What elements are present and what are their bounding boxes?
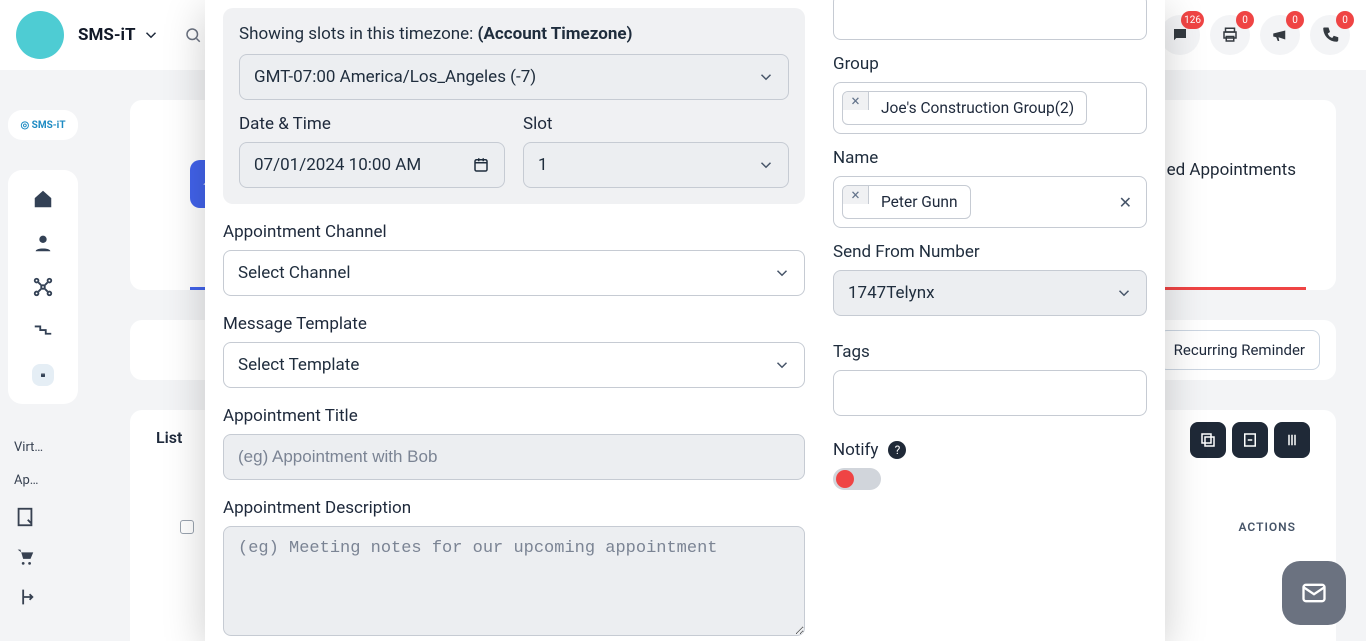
chip-remove-icon[interactable]: × xyxy=(843,92,869,110)
name-chip-text: Peter Gunn xyxy=(869,186,970,218)
rail-text-items: Virt… Ap… xyxy=(14,440,43,608)
recurring-reminder-button[interactable]: Recurring Reminder xyxy=(1159,330,1320,370)
top-clipped-pillbox[interactable] xyxy=(833,0,1147,40)
network-icon[interactable] xyxy=(32,276,54,298)
sendfrom-select[interactable]: 1747Telynx xyxy=(833,270,1147,316)
printer-icon xyxy=(1221,26,1239,44)
notif-announce-badge: 0 xyxy=(1286,11,1304,29)
timezone-prefix: Showing slots in this timezone: xyxy=(239,24,478,44)
notif-phone-badge: 0 xyxy=(1336,11,1354,29)
mini-logo[interactable]: ◎ SMS-iT xyxy=(8,110,78,140)
export-icon xyxy=(1241,431,1259,449)
chip-remove-icon[interactable]: × xyxy=(843,186,869,204)
chat-fab[interactable] xyxy=(1282,561,1346,625)
brand-name[interactable]: SMS-iT xyxy=(78,25,136,45)
sendfrom-label: Send From Number xyxy=(833,242,1147,262)
help-icon[interactable]: ? xyxy=(888,441,906,459)
columns-button[interactable] xyxy=(1274,422,1310,458)
form-icon[interactable] xyxy=(14,506,36,528)
name-field[interactable]: × Peter Gunn ✕ xyxy=(833,176,1147,228)
pipeline-icon[interactable] xyxy=(32,320,54,342)
slot-select[interactable]: 1 xyxy=(523,142,789,188)
notif-print-badge: 0 xyxy=(1236,11,1254,29)
search-icon xyxy=(184,26,202,44)
description-label: Appointment Description xyxy=(223,498,805,518)
avatar[interactable] xyxy=(16,11,64,59)
chat-icon xyxy=(1171,26,1189,44)
toggle-knob xyxy=(836,470,854,488)
notif-chat-button[interactable]: 126 xyxy=(1160,15,1200,55)
user-icon[interactable] xyxy=(32,232,54,254)
group-chip: × Joe's Construction Group(2) xyxy=(842,91,1087,125)
group-label: Group xyxy=(833,54,1147,74)
rail-text-2[interactable]: Ap… xyxy=(14,473,43,488)
cart-icon[interactable] xyxy=(14,546,36,568)
appointment-modal: Showing slots in this timezone: (Account… xyxy=(205,0,1165,641)
notif-chat-badge: 126 xyxy=(1181,11,1204,29)
logout-icon[interactable] xyxy=(14,586,36,608)
phone-icon xyxy=(1321,26,1339,44)
group-field[interactable]: × Joe's Construction Group(2) xyxy=(833,82,1147,134)
notify-toggle[interactable] xyxy=(833,468,881,490)
group-chip-text: Joe's Construction Group(2) xyxy=(869,92,1086,124)
description-input[interactable] xyxy=(223,526,805,636)
notify-label: Notify xyxy=(833,440,878,460)
notif-announce-button[interactable]: 0 xyxy=(1260,15,1300,55)
name-chip: × Peter Gunn xyxy=(842,185,971,219)
name-label: Name xyxy=(833,148,1147,168)
select-all-checkbox[interactable] xyxy=(180,520,194,534)
datetime-label: Date & Time xyxy=(239,114,505,134)
export-button[interactable] xyxy=(1232,422,1268,458)
columns-icon xyxy=(1283,431,1301,449)
timezone-box: Showing slots in this timezone: (Account… xyxy=(223,8,805,204)
template-label: Message Template xyxy=(223,314,805,334)
slot-label: Slot xyxy=(523,114,789,134)
notif-phone-button[interactable]: 0 xyxy=(1310,15,1350,55)
channel-label: Appointment Channel xyxy=(223,222,805,242)
title-label: Appointment Title xyxy=(223,406,805,426)
datetime-value: 07/01/2024 10:00 AM xyxy=(254,155,421,175)
template-select[interactable]: Select Template xyxy=(223,342,805,388)
tags-field[interactable] xyxy=(833,370,1147,416)
timezone-label: Showing slots in this timezone: (Account… xyxy=(239,24,789,44)
notif-print-button[interactable]: 0 xyxy=(1210,15,1250,55)
tab-appointments-right[interactable]: ed Appointments xyxy=(1167,160,1296,180)
datetime-input[interactable]: 07/01/2024 10:00 AM xyxy=(239,142,505,188)
rail-text-1[interactable]: Virt… xyxy=(14,440,43,455)
mail-icon xyxy=(1300,579,1328,607)
left-rail xyxy=(8,170,78,404)
channel-select[interactable]: Select Channel xyxy=(223,250,805,296)
title-input[interactable] xyxy=(223,434,805,480)
copy-button[interactable] xyxy=(1190,422,1226,458)
calendar-picker-icon xyxy=(472,156,490,174)
list-tab[interactable]: List xyxy=(156,428,182,447)
chevron-down-icon[interactable] xyxy=(142,26,160,44)
timezone-bold: (Account Timezone) xyxy=(478,24,633,44)
timezone-select[interactable]: GMT-07:00 America/Los_Angeles (-7) xyxy=(239,54,789,100)
actions-header: ACTIONS xyxy=(1238,520,1296,534)
home-icon[interactable] xyxy=(32,188,54,210)
tags-label: Tags xyxy=(833,342,1147,362)
copy-icon xyxy=(1199,431,1217,449)
megaphone-icon xyxy=(1271,26,1289,44)
calendar-icon[interactable] xyxy=(32,364,54,386)
clear-name-button[interactable]: ✕ xyxy=(1113,193,1138,212)
